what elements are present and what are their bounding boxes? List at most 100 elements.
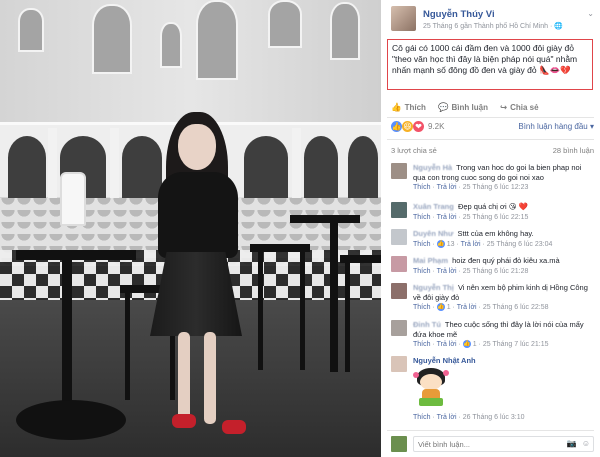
divider xyxy=(387,139,594,140)
comment-author[interactable]: Nguyễn Thị xyxy=(413,283,454,292)
comment-time[interactable]: 25 Tháng 6 lúc 22:58 xyxy=(483,304,549,311)
comment-author[interactable]: Đinh Tú xyxy=(413,320,441,329)
comment-composer: 📷 ☺ xyxy=(391,436,594,452)
comment-like-link[interactable]: Thích xyxy=(413,341,431,348)
red-shoe xyxy=(222,420,246,434)
reactions-row[interactable]: 👍 😆 ❤ 9.2K Bình luận hàng đầu ▾ xyxy=(391,121,594,135)
comment-button[interactable]: 💬 Bình luận xyxy=(438,100,488,114)
like-reaction-icon: 👍 xyxy=(391,121,402,132)
comment-author[interactable]: Xuân Trang xyxy=(413,202,454,211)
thumbs-up-icon: 👍 xyxy=(436,303,445,312)
comment-time[interactable]: 25 Tháng 6 lúc 12:23 xyxy=(463,184,529,191)
stool-leg xyxy=(125,290,130,400)
like-button[interactable]: 👍 Thích xyxy=(391,100,426,114)
comment-reply-link[interactable]: Trả lời xyxy=(461,241,481,248)
arch xyxy=(244,136,288,198)
window xyxy=(196,0,238,80)
commenter-avatar[interactable] xyxy=(391,320,407,336)
comment-like-link[interactable]: Thích xyxy=(413,268,431,275)
comment-meta: Thích · Trả lời · 26 Tháng 6 lúc 3:10 xyxy=(413,414,525,421)
comment-author[interactable]: Duyên Như xyxy=(413,229,453,238)
arch xyxy=(8,136,46,198)
comment-reply-link[interactable]: Trả lời xyxy=(437,341,457,348)
comment-reacts[interactable]: 1 xyxy=(447,304,451,311)
comment-sort-dropdown[interactable]: Bình luận hàng đầu ▾ xyxy=(518,122,594,131)
reaction-count[interactable]: 9.2K xyxy=(428,122,444,131)
girl-sticker-icon[interactable] xyxy=(413,368,449,408)
comment-label: Bình luận xyxy=(451,102,488,112)
comment-author[interactable]: Nguyễn Nhật Anh xyxy=(413,356,476,365)
comment-author[interactable]: Mai Phạm xyxy=(413,256,448,265)
commenter-avatar[interactable] xyxy=(391,202,407,218)
comment-reply-link[interactable]: Trả lời xyxy=(437,184,457,191)
stool-leg xyxy=(345,262,350,372)
commenter-avatar[interactable] xyxy=(391,163,407,179)
smile-icon[interactable]: ☺ xyxy=(582,439,590,448)
red-shoe xyxy=(172,414,196,428)
comment-reply-link[interactable]: Trả lời xyxy=(437,214,457,221)
window xyxy=(268,0,302,48)
comment-time[interactable]: 25 Tháng 6 lúc 22:15 xyxy=(463,214,529,221)
person-leg xyxy=(178,332,190,424)
post-meta[interactable]: 25 Tháng 6 gần Thành phố Hồ Chí Minh · 🌐 xyxy=(423,22,563,30)
comment-time[interactable]: 25 Tháng 6 lúc 23:04 xyxy=(487,241,553,248)
commenter-avatar[interactable] xyxy=(391,229,407,245)
thumbs-up-icon: 👍 xyxy=(462,340,471,349)
comment-meta: Thích · 👍 13 · Trả lời · 25 Tháng 6 lúc … xyxy=(413,239,553,248)
comment-meta: Thích · 👍 1 · Trả lời · 25 Tháng 6 lúc 2… xyxy=(413,303,549,312)
chevron-down-icon[interactable]: ⌄ xyxy=(587,9,594,18)
comment-reply-link[interactable]: Trả lời xyxy=(437,414,457,421)
comment-meta: Thích · Trả lời · 25 Tháng 6 lúc 21:28 xyxy=(413,267,529,275)
haha-reaction-icon: 😆 xyxy=(402,121,413,132)
share-button[interactable]: ↪ Chia sẻ xyxy=(500,100,539,114)
commenter-avatar[interactable] xyxy=(391,283,407,299)
viewer-avatar xyxy=(391,436,407,452)
post-text: Cô gái có 1000 cái đầm đen và 1000 đôi g… xyxy=(387,39,593,90)
comment-time[interactable]: 25 Tháng 7 lúc 21:15 xyxy=(483,341,549,348)
arch xyxy=(348,136,378,198)
comment-like-link[interactable]: Thích xyxy=(413,304,431,311)
lantern xyxy=(60,172,86,226)
post-photo[interactable] xyxy=(0,0,381,457)
thumbs-up-icon: 👍 xyxy=(436,239,445,248)
comment-reply-link[interactable]: Trả lời xyxy=(437,268,457,275)
window xyxy=(330,2,360,60)
comment-meta-row: Thích · Trả lời · 26 Tháng 6 lúc 3:10 xyxy=(413,414,594,421)
comment-text: Sttt của em không hay. xyxy=(457,229,534,238)
comment-reacts[interactable]: 13 xyxy=(447,241,455,248)
divider xyxy=(387,430,594,431)
comment-reacts[interactable]: 1 xyxy=(473,341,477,348)
author-avatar[interactable] xyxy=(391,6,416,31)
commenter-avatar[interactable] xyxy=(391,256,407,272)
stats-row: 3 lượt chia sẻ 28 bình luận xyxy=(391,146,594,156)
author-name[interactable]: Nguyễn Thúy Vi xyxy=(423,9,495,20)
commenter-avatar[interactable] xyxy=(391,356,407,372)
comment-like-link[interactable]: Thích xyxy=(413,214,431,221)
comment-time[interactable]: 26 Tháng 6 lúc 3:10 xyxy=(463,414,525,421)
arch xyxy=(304,136,338,198)
thumbs-up-icon: 👍 xyxy=(391,101,402,112)
post-actions: 👍 Thích 💬 Bình luận ↪ Chia sẻ xyxy=(391,100,594,114)
comment-text: Đẹp quá chị ơi 😘 ❤️ xyxy=(457,202,528,211)
speech-bubble-icon: 💬 xyxy=(437,101,449,112)
comment-time[interactable]: 25 Tháng 6 lúc 21:28 xyxy=(463,268,529,275)
divider xyxy=(387,117,594,118)
table-top xyxy=(290,215,360,223)
comment-reply-link[interactable]: Trả lời xyxy=(457,304,477,311)
comments-count[interactable]: 28 bình luận xyxy=(553,146,594,155)
comment-meta: Thích · Trả lời · 25 Tháng 6 lúc 12:23 xyxy=(413,184,529,191)
love-reaction-icon: ❤ xyxy=(413,121,424,132)
flower-icon xyxy=(443,370,449,376)
stool-leg xyxy=(300,250,305,370)
post-panel: Nguyễn Thúy Vi 25 Tháng 6 gần Thành phố … xyxy=(381,0,600,457)
comment-like-link[interactable]: Thích xyxy=(413,184,431,191)
comment-author[interactable]: Nguyễn Hà xyxy=(413,163,452,172)
camera-icon[interactable]: 📷 xyxy=(567,439,577,448)
person-leg xyxy=(204,332,216,424)
share-label: Chia sẻ xyxy=(510,102,539,112)
window xyxy=(92,4,132,74)
flower-icon xyxy=(413,372,419,378)
shares-count[interactable]: 3 lượt chia sẻ xyxy=(391,146,437,155)
comment-like-link[interactable]: Thích xyxy=(413,414,431,421)
comment-like-link[interactable]: Thích xyxy=(413,241,431,248)
